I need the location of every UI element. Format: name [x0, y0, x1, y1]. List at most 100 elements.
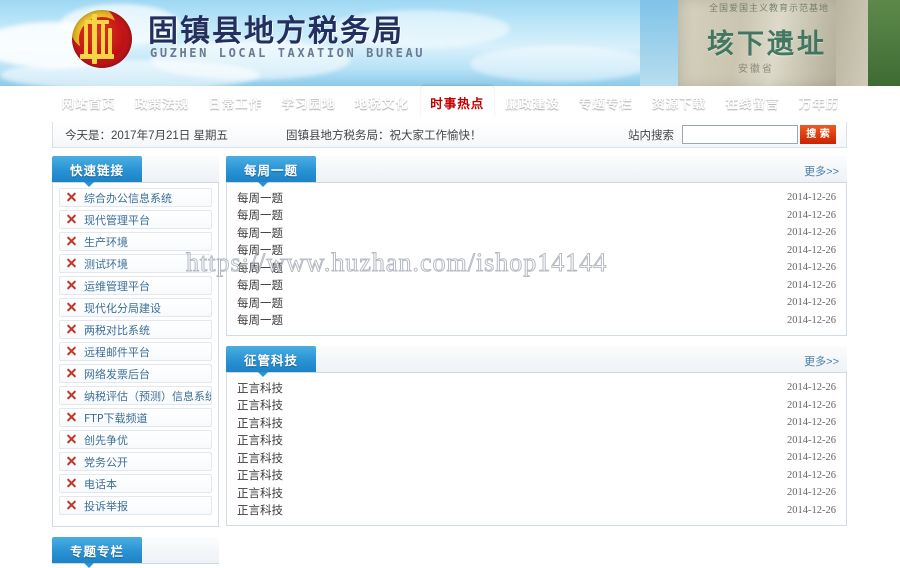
broken-image-icon [66, 390, 77, 401]
news-title: 正言科技 [237, 502, 283, 518]
news-date: 2014-12-26 [787, 505, 836, 516]
nav-item-9[interactable]: 资源下载 [643, 86, 716, 118]
greeting-text: 固镇县地方税务局：祝大家工作愉快！ [286, 127, 482, 143]
news-title: 正言科技 [237, 450, 283, 466]
quick-link-item[interactable]: FTP下载频道 [59, 408, 212, 427]
quick-link-label: 综合办公信息系统 [84, 190, 172, 206]
news-title: 每周一题 [237, 242, 283, 258]
photo-inscription-text: 垓下遗址 [692, 22, 842, 61]
quick-link-item[interactable]: 纳税评估（预测）信息系统 [59, 386, 212, 405]
quick-link-item[interactable]: 运维管理平台 [59, 276, 212, 295]
quick-link-item[interactable]: 生产环境 [59, 232, 212, 251]
news-title: 每周一题 [237, 190, 283, 206]
broken-image-icon [66, 456, 77, 467]
news-date: 2014-12-26 [787, 262, 836, 273]
nav-item-1[interactable]: 网站首页 [52, 86, 125, 118]
news-row[interactable]: 正言科技2014-12-26 [237, 379, 836, 397]
news-row[interactable]: 正言科技2014-12-26 [237, 414, 836, 432]
news-row[interactable]: 每周一题2014-12-26 [237, 259, 836, 277]
search-input[interactable] [682, 125, 798, 144]
news-section: 征管科技 更多>> 正言科技 2014-12-26 正言科技 2014-12-26 正言科技… [226, 346, 847, 526]
nav-item-7[interactable]: 廉政建设 [496, 86, 569, 118]
news-row[interactable]: 正言科技2014-12-26 [237, 432, 836, 450]
quick-link-label: 生产环境 [84, 234, 128, 250]
quick-link-label: FTP下载频道 [84, 410, 148, 426]
main-sections: 每周一题更多>>每周一题2014-12-26每周一题2014-12-26每周一题… [226, 156, 847, 563]
quick-link-item[interactable]: 电话本 [59, 474, 212, 493]
quick-link-item[interactable]: 两税对比系统 [59, 320, 212, 339]
quick-link-label: 纳税评估（预测）信息系统 [84, 388, 211, 404]
search-label: 站内搜索 [628, 127, 674, 143]
news-section-header: 征管科技 更多>> [226, 346, 847, 372]
news-row[interactable]: 正言科技 2014-12-26 [237, 467, 836, 485]
news-date: 2014-12-26 [787, 470, 836, 481]
quick-link-item[interactable]: 现代管理平台 [59, 210, 212, 229]
news-title: 正言科技 [237, 397, 283, 413]
news-date: 2014-12-26 [787, 417, 836, 428]
tab-arrow-icon [258, 372, 268, 377]
quick-link-item[interactable]: 创先争优 [59, 430, 212, 449]
quick-link-label: 电话本 [84, 476, 117, 492]
broken-image-icon [66, 434, 77, 445]
news-row[interactable]: 每周一题 2014-12-26 [237, 224, 836, 242]
news-row[interactable]: 正言科技2014-12-26 [237, 449, 836, 467]
news-row[interactable]: 每周一题2014-12-26 [237, 294, 836, 312]
news-row[interactable]: 正言科技2014-12-26 [237, 484, 836, 502]
news-date: 2014-12-26 [787, 297, 836, 308]
site-title-chinese: 固镇县地方税务局 [148, 6, 404, 50]
news-section-title: 每周一题 [226, 156, 316, 182]
news-date: 2014-12-26 [787, 315, 836, 326]
news-row[interactable]: 正言科技2014-12-26 [237, 397, 836, 415]
page-content: 快速链接 综合办公信息系统现代管理平台生产环境测试环境运维管理平台现代化分局建设… [52, 156, 847, 563]
search-button[interactable]: 搜 索 [800, 125, 836, 144]
nav-item-5[interactable]: 地税文化 [345, 86, 418, 118]
today-date-text: 今天是：2017年7月21日 星期五 [65, 127, 228, 143]
broken-image-icon [66, 236, 77, 247]
news-section-title: 征管科技 [226, 346, 316, 372]
quick-link-item[interactable]: 网络发票后台 [59, 364, 212, 383]
broken-image-icon [66, 346, 77, 357]
news-title: 正言科技 [237, 432, 283, 448]
nav-item-8[interactable]: 专题专栏 [569, 86, 642, 118]
special-column-title: 专题专栏 [52, 537, 142, 563]
more-link[interactable]: 更多>> [804, 163, 839, 179]
news-title: 每周一题 [237, 312, 283, 328]
news-title: 正言科技 [237, 467, 283, 483]
nav-item-4[interactable]: 学习园地 [272, 86, 345, 118]
site-header-banner: 固镇县地方税务局 GUZHEN LOCAL TAXATION BUREAU 全国… [0, 0, 900, 86]
nav-item-2[interactable]: 政策法规 [125, 86, 198, 118]
quick-link-item[interactable]: 投诉举报 [59, 496, 212, 515]
news-date: 2014-12-26 [787, 227, 836, 238]
broken-image-icon [66, 258, 77, 269]
main-navigation-wrapper: 网站首页政策法规日常工作学习园地地税文化时事热点廉政建设专题专栏资源下载在线留言… [0, 86, 900, 122]
quick-link-label: 远程邮件平台 [84, 344, 150, 360]
nav-item-10[interactable]: 在线留言 [716, 86, 789, 118]
quick-link-item[interactable]: 党务公开 [59, 452, 212, 471]
broken-image-icon [66, 324, 77, 335]
broken-image-icon [66, 214, 77, 225]
news-date: 2014-12-26 [787, 382, 836, 393]
main-navigation: 网站首页政策法规日常工作学习园地地税文化时事热点廉政建设专题专栏资源下载在线留言… [52, 86, 849, 118]
photo-bottom-text: 安徽省 [696, 60, 816, 75]
news-row[interactable]: 每周一题2014-12-26 [237, 189, 836, 207]
news-row[interactable]: 每周一题2014-12-26 [237, 277, 836, 295]
quick-link-item[interactable]: 现代化分局建设 [59, 298, 212, 317]
nav-item-6[interactable]: 时事热点 [421, 86, 494, 118]
news-title: 每周一题 [237, 225, 283, 241]
nav-item-3[interactable]: 日常工作 [199, 86, 272, 118]
quick-link-item[interactable]: 测试环境 [59, 254, 212, 273]
tab-arrow-icon [84, 563, 94, 568]
news-row[interactable]: 每周一题 2014-12-26 [237, 312, 836, 330]
quick-link-label: 现代管理平台 [84, 212, 150, 228]
news-row[interactable]: 正言科技 2014-12-26 [237, 502, 836, 520]
news-row[interactable]: 每周一题2014-12-26 [237, 242, 836, 260]
more-link[interactable]: 更多>> [804, 353, 839, 369]
news-row[interactable]: 每周一题2014-12-26 [237, 207, 836, 225]
quick-link-item[interactable]: 远程邮件平台 [59, 342, 212, 361]
nav-item-11[interactable]: 万年历 [789, 86, 849, 118]
photo-top-text: 全国爱国主义教育示范基地 [694, 1, 844, 14]
quick-link-item[interactable]: 综合办公信息系统 [59, 188, 212, 207]
broken-image-icon [66, 478, 77, 489]
quick-link-label: 测试环境 [84, 256, 128, 272]
broken-image-icon [66, 500, 77, 511]
